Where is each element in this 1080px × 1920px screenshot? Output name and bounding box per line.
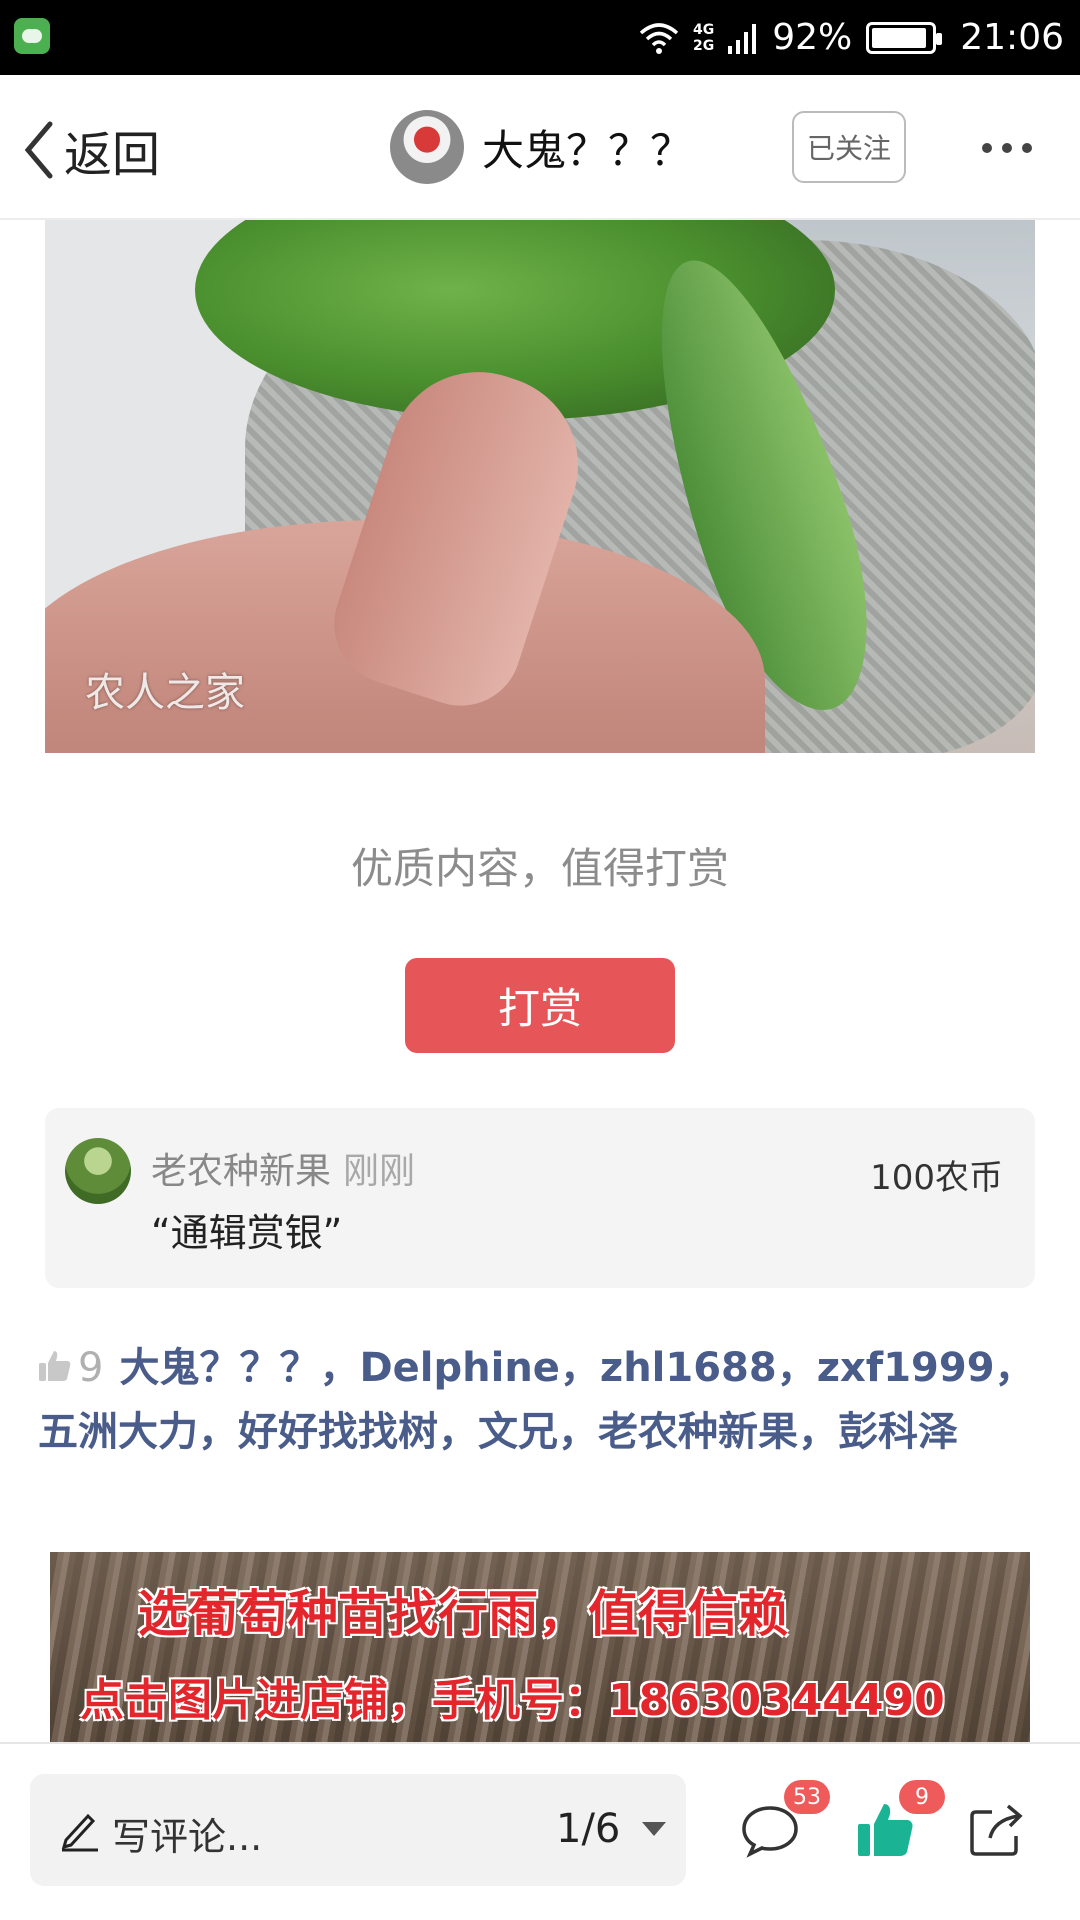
more-options-icon[interactable] [982, 143, 1032, 153]
banner-subline: 点击图片进店铺，手机号：18630344490 [80, 1675, 945, 1726]
reward-amount: 100农币 [870, 1158, 1003, 1198]
chevron-left-icon [24, 121, 53, 179]
comment-count-badge: 53 [784, 1780, 830, 1814]
comment-input[interactable]: 写评论... 1/6 [30, 1774, 686, 1886]
dropdown-caret-icon[interactable] [642, 1822, 666, 1836]
like-count: 9 [78, 1345, 104, 1391]
network-4g-label: 4G [693, 21, 715, 38]
thumbs-up-icon [39, 1351, 71, 1381]
page-indicator[interactable]: 1/6 [556, 1806, 620, 1852]
battery-fill [872, 27, 926, 48]
clock: 21:06 [960, 17, 1064, 58]
network-type: 4G 2G [693, 22, 714, 54]
reward-record: 老农种新果 刚刚 100农币 “通辑赏银” [45, 1108, 1035, 1288]
post-image[interactable]: 农人之家 [45, 220, 1035, 753]
rewarder-line: 老农种新果 刚刚 [151, 1142, 415, 1194]
shop-ad-banner[interactable]: 选葡萄种苗找行雨，值得信赖 点击图片进店铺，手机号：18630344490 [50, 1552, 1030, 1742]
author-info[interactable]: 大鬼？？？ [390, 110, 692, 184]
signal-icon [728, 23, 757, 54]
pencil-icon [61, 1813, 98, 1852]
follow-button[interactable]: 已关注 [792, 111, 906, 183]
author-name[interactable]: 大鬼？？？ [482, 117, 692, 178]
battery-percent: 92% [772, 17, 853, 58]
back-label: 返回 [64, 127, 161, 183]
reward-button[interactable]: 打赏 [405, 958, 675, 1053]
battery-icon [866, 21, 943, 54]
reward-message: “通辑赏银” [151, 1211, 343, 1255]
reward-prompt: 优质内容，值得打赏 [350, 844, 729, 893]
liker-names[interactable]: 大鬼？？？，Delphine，zhl1688，zxf1999，五洲大力，好好找找… [38, 1345, 1035, 1455]
banner-headline: 选葡萄种苗找行雨，值得信赖 [138, 1585, 788, 1643]
like-count-badge: 9 [899, 1780, 945, 1814]
reward-time: 刚刚 [343, 1151, 416, 1192]
image-watermark: 农人之家 [85, 670, 245, 716]
status-bar: 4G 2G 92% 21:06 [0, 0, 1080, 75]
chat-app-icon [14, 18, 50, 54]
comment-placeholder: 写评论... [112, 1815, 263, 1859]
network-2g-label: 2G [693, 37, 715, 54]
status-indicators: 4G 2G 92% 21:06 [639, 0, 1064, 75]
likes-list: 9 大鬼？？？，Delphine，zhl1688，zxf1999，五洲大力，好好找… [38, 1336, 1048, 1464]
rewarder-name[interactable]: 老农种新果 [151, 1151, 331, 1192]
top-nav-bar: 返回 大鬼？？？ 已关注 [0, 75, 1080, 220]
bottom-action-bar: 写评论... 1/6 53 9 [0, 1742, 1080, 1920]
avatar[interactable] [390, 110, 464, 184]
wifi-icon [639, 22, 679, 54]
share-icon[interactable] [968, 1802, 1028, 1858]
back-button[interactable]: 返回 [22, 115, 160, 185]
avatar[interactable] [65, 1138, 131, 1204]
